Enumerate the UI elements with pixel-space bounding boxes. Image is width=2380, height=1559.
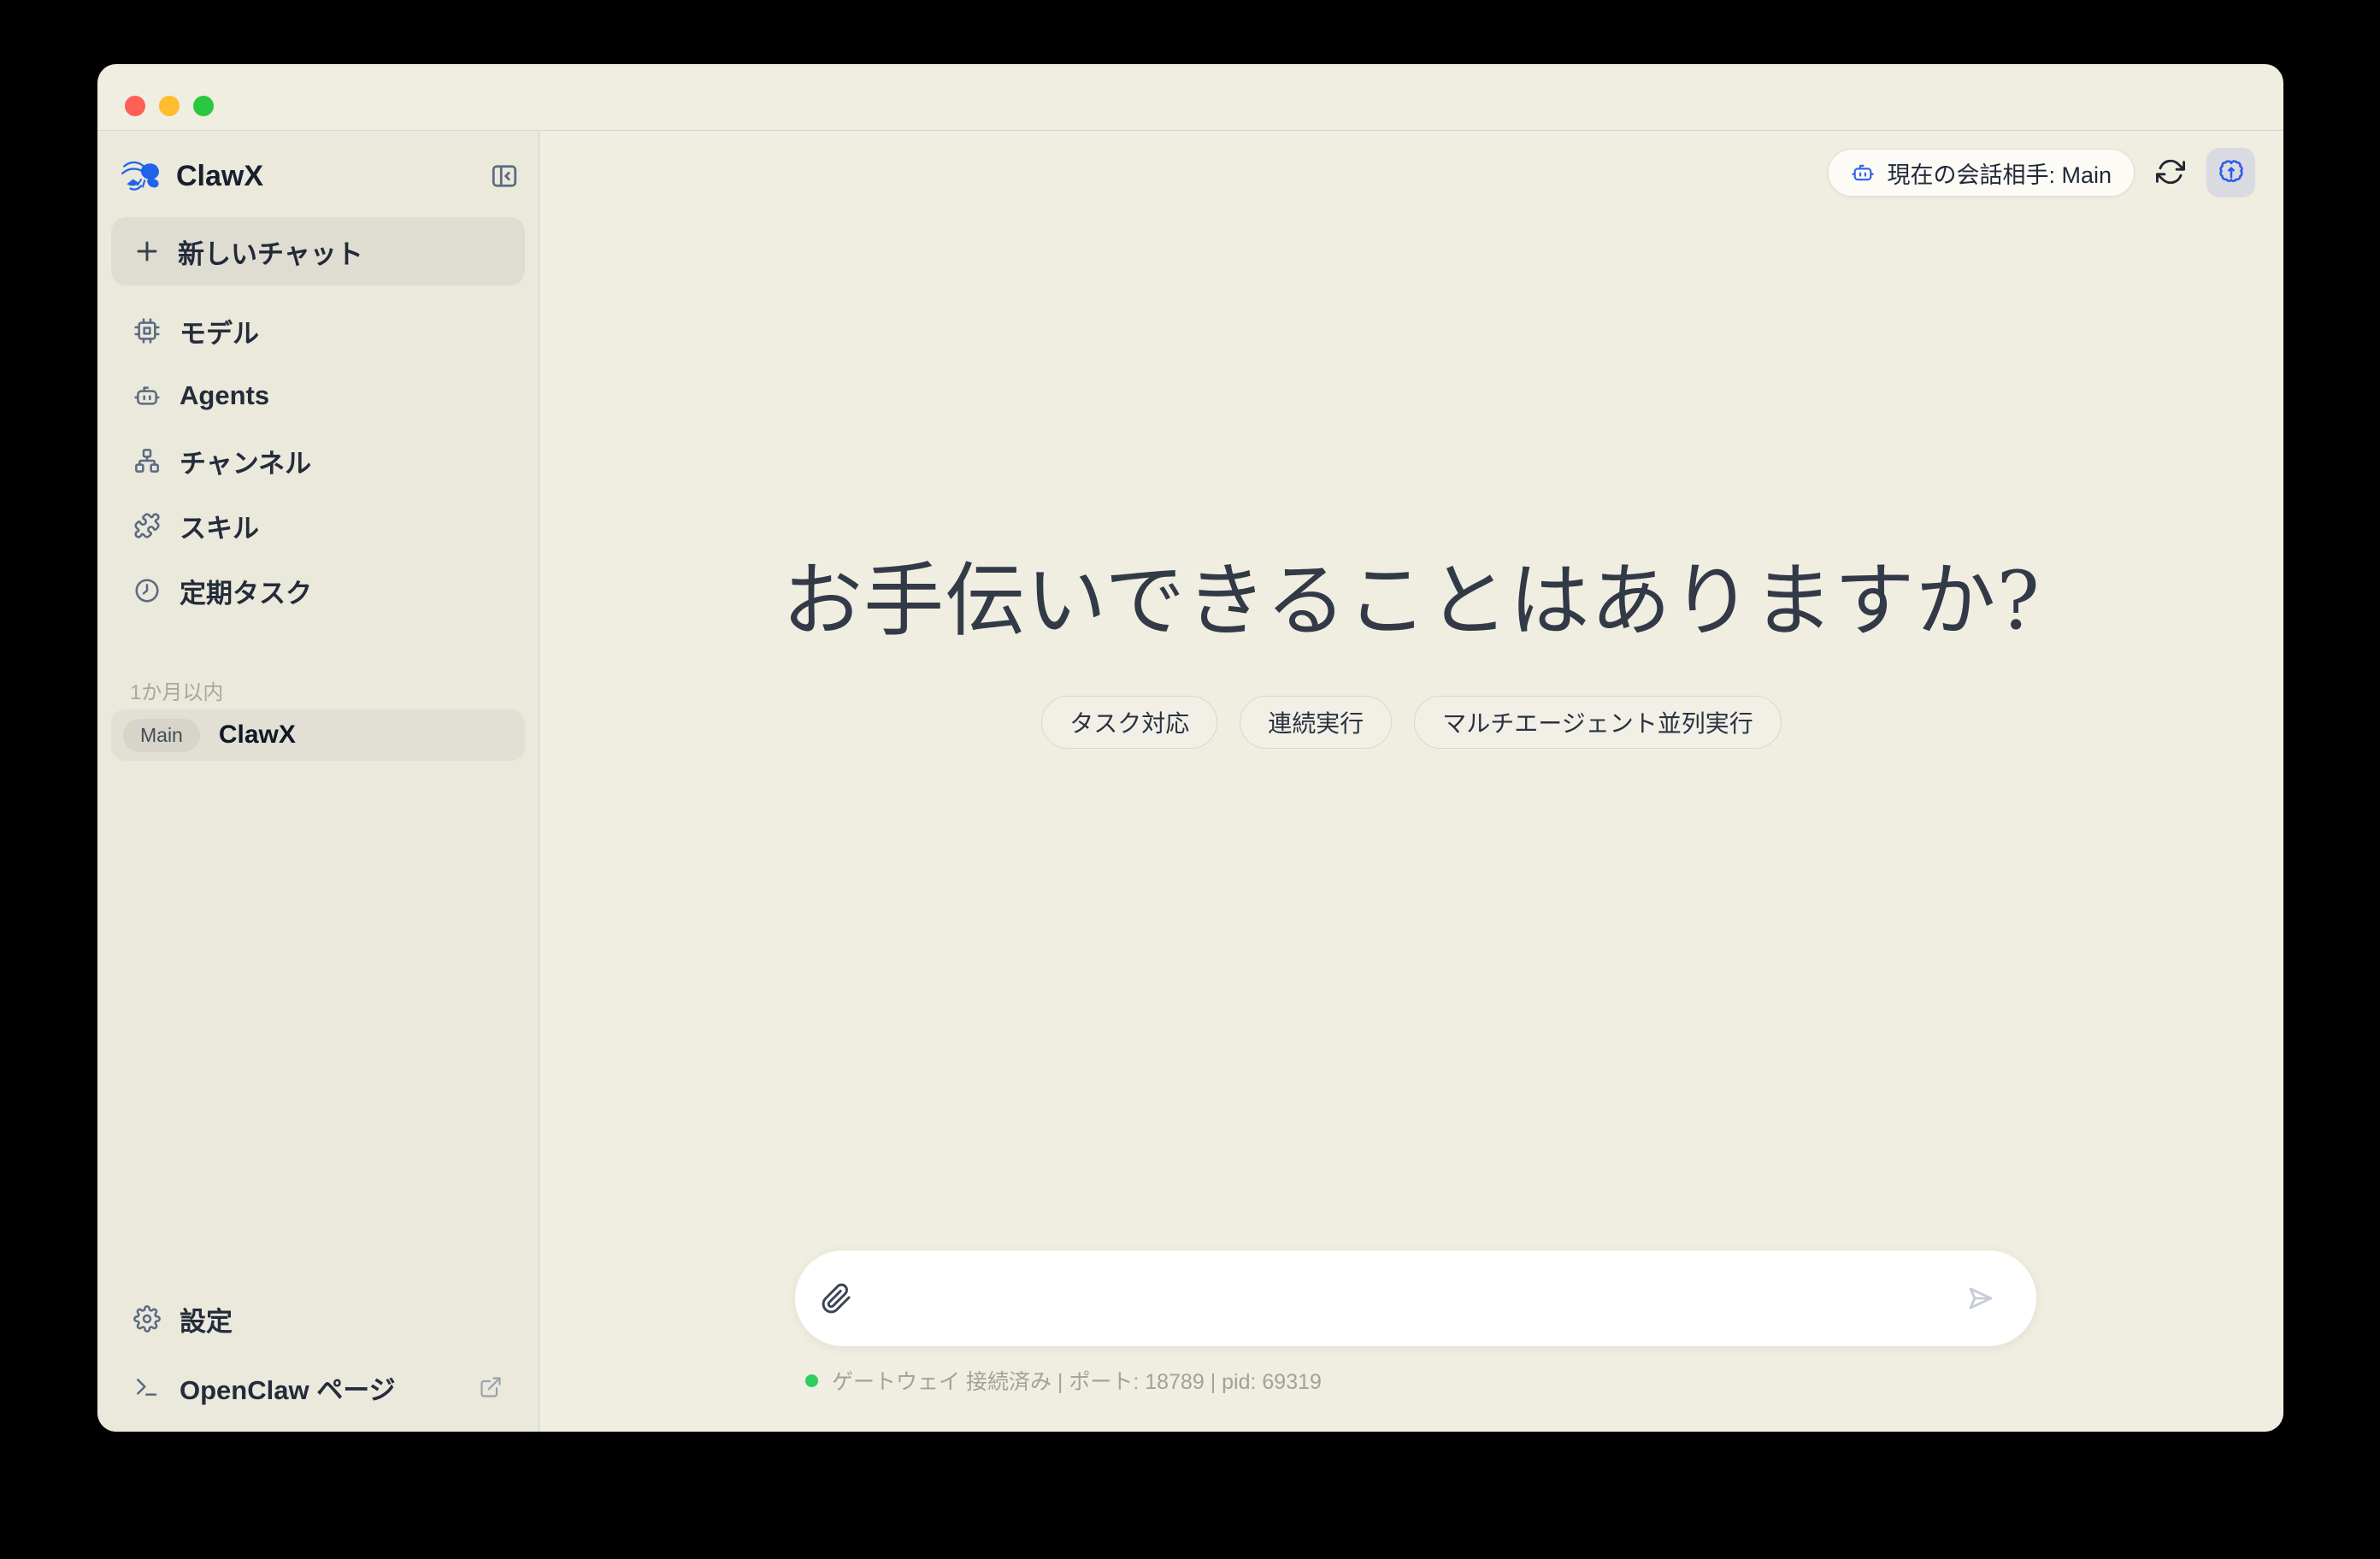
sidebar-item-label: Agents <box>180 380 269 411</box>
sidebar-item-label: 定期タスク <box>180 572 312 610</box>
close-window-button[interactable] <box>125 96 145 116</box>
refresh-button[interactable] <box>2155 157 2186 188</box>
status-dot <box>805 1374 818 1387</box>
history-section-label: 1か月以内 <box>130 675 223 705</box>
current-conversation-button[interactable]: 現在の会話相手: Main <box>1828 149 2135 197</box>
sidebar-item-channels[interactable]: チャンネル <box>111 428 525 493</box>
refresh-icon <box>2156 157 2185 186</box>
sidebar: ClawX 新しいチャット <box>97 131 539 1432</box>
terminal-icon <box>133 1374 161 1401</box>
gear-icon <box>133 1305 161 1333</box>
sidebar-item-openclaw-page[interactable]: OpenClaw ページ <box>111 1355 525 1420</box>
zoom-window-button[interactable] <box>193 96 214 116</box>
cpu-icon <box>133 317 161 344</box>
chip-multi-agent-parallel[interactable]: マルチエージェント並列実行 <box>1414 696 1781 749</box>
puzzle-icon <box>133 512 161 539</box>
bot-icon <box>1851 161 1875 185</box>
status-text: ゲートウェイ 接続済み | ポート: 18789 | pid: 69319 <box>832 1365 1322 1396</box>
brain-button[interactable] <box>2206 148 2255 197</box>
main-area: 現在の会話相手: Main <box>539 131 2283 1432</box>
sidebar-item-label: スキル <box>180 507 259 545</box>
sidebar-item-scheduled-tasks[interactable]: 定期タスク <box>111 558 525 623</box>
sidebar-nav: モデル Agents <box>111 298 525 623</box>
send-icon <box>1965 1282 1997 1315</box>
lobster-logo-icon <box>120 155 162 197</box>
app-window: ClawX 新しいチャット <box>97 64 2283 1432</box>
message-composer <box>795 1250 2036 1346</box>
gateway-status: ゲートウェイ 接続済み | ポート: 18789 | pid: 69319 <box>805 1368 1322 1393</box>
network-icon <box>133 447 161 474</box>
page-title: お手伝いできることはありますか? <box>539 551 2283 652</box>
app-name: ClawX <box>176 160 263 193</box>
hero: お手伝いできることはありますか? タスク対応 連続実行 マルチエージェント並列実… <box>539 551 2283 749</box>
main-topbar: 現在の会話相手: Main <box>1828 148 2255 197</box>
send-button[interactable] <box>1965 1282 1997 1315</box>
sidebar-item-settings[interactable]: 設定 <box>111 1286 525 1351</box>
app-header: ClawX <box>120 150 520 203</box>
new-chat-label: 新しいチャット <box>178 232 363 271</box>
message-input[interactable] <box>869 1284 1947 1313</box>
main-badge: Main <box>123 719 200 752</box>
new-chat-button[interactable]: 新しいチャット <box>111 217 525 285</box>
chip-continuous-run[interactable]: 連続実行 <box>1240 696 1392 749</box>
sidebar-item-skills[interactable]: スキル <box>111 493 525 558</box>
clock-icon <box>133 577 161 604</box>
sidebar-item-models[interactable]: モデル <box>111 298 525 363</box>
history-item-clawx[interactable]: Main ClawX <box>111 709 525 761</box>
paperclip-icon <box>821 1283 852 1315</box>
screen: ClawX 新しいチャット <box>0 0 2380 1559</box>
panel-collapse-icon <box>489 161 520 191</box>
bot-icon <box>133 382 161 409</box>
chip-task-support[interactable]: タスク対応 <box>1041 696 1217 749</box>
settings-label: 設定 <box>180 1300 233 1338</box>
minimize-window-button[interactable] <box>159 96 180 116</box>
history-item-title: ClawX <box>219 721 296 750</box>
sidebar-item-label: モデル <box>180 312 259 350</box>
external-link-icon <box>479 1375 503 1399</box>
sidebar-item-label: チャンネル <box>180 442 311 480</box>
brain-icon <box>2216 157 2247 188</box>
titlebar <box>97 64 2283 131</box>
attach-file-button[interactable] <box>821 1283 852 1315</box>
openclaw-page-label: OpenClaw ページ <box>180 1368 396 1407</box>
sidebar-item-agents[interactable]: Agents <box>111 363 525 428</box>
window-body: ClawX 新しいチャット <box>97 131 2283 1432</box>
suggestion-chips: タスク対応 連続実行 マルチエージェント並列実行 <box>539 696 2283 749</box>
plus-icon <box>133 238 161 265</box>
current-conversation-label: 現在の会話相手: Main <box>1887 156 2112 190</box>
sidebar-collapse-button[interactable] <box>489 161 520 191</box>
